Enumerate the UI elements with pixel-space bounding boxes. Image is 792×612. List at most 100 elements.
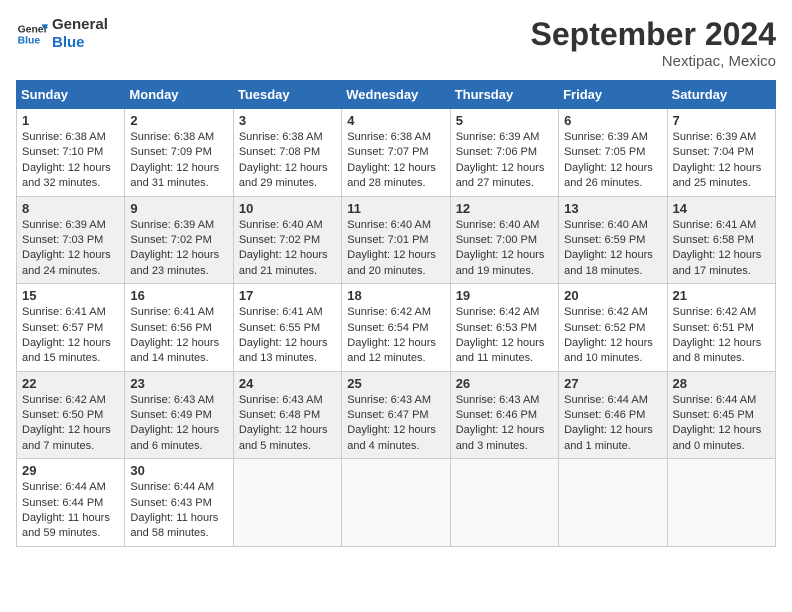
header-cell-monday: Monday (125, 81, 233, 109)
cell-info: Sunrise: 6:42 AMSunset: 6:51 PMDaylight:… (673, 305, 770, 367)
header-cell-tuesday: Tuesday (233, 81, 341, 109)
day-number: 25 (347, 376, 444, 391)
calendar-cell: 30 Sunrise: 6:44 AMSunset: 6:43 PMDayligh… (125, 459, 233, 547)
cell-info: Sunrise: 6:42 AMSunset: 6:52 PMDaylight:… (564, 305, 661, 367)
cell-info: Sunrise: 6:40 AMSunset: 7:01 PMDaylight:… (347, 218, 444, 280)
calendar-cell: 12 Sunrise: 6:40 AMSunset: 7:00 PMDayligh… (450, 196, 558, 284)
cell-info: Sunrise: 6:41 AMSunset: 6:58 PMDaylight:… (673, 218, 770, 280)
day-number: 15 (22, 288, 119, 303)
day-number: 4 (347, 113, 444, 128)
day-number: 24 (239, 376, 336, 391)
calendar-cell: 27Sunrise: 6:44 AMSunset: 6:46 PMDayligh… (559, 371, 667, 459)
calendar-cell: 18Sunrise: 6:42 AMSunset: 6:54 PMDayligh… (342, 284, 450, 372)
logo-blue: Blue (52, 34, 108, 52)
day-number: 8 (22, 201, 119, 216)
logo-general: General (52, 16, 108, 34)
calendar-cell: 5Sunrise: 6:39 AMSunset: 7:06 PMDaylight… (450, 109, 558, 197)
week-row-2: 8 Sunrise: 6:39 AMSunset: 7:03 PMDaylight… (17, 196, 776, 284)
header-cell-saturday: Saturday (667, 81, 775, 109)
logo-icon: General Blue (16, 18, 48, 50)
cell-info: Sunrise: 6:42 AMSunset: 6:54 PMDaylight:… (347, 305, 444, 367)
cell-info: Sunrise: 6:41 AMSunset: 6:57 PMDaylight:… (22, 305, 119, 367)
day-number: 26 (456, 376, 553, 391)
calendar-cell: 8 Sunrise: 6:39 AMSunset: 7:03 PMDaylight… (17, 196, 125, 284)
day-number: 19 (456, 288, 553, 303)
month-title: September 2024 (531, 16, 776, 53)
calendar-cell: 28 Sunrise: 6:44 AMSunset: 6:45 PMDayligh… (667, 371, 775, 459)
day-number: 3 (239, 113, 336, 128)
day-number: 10 (239, 201, 336, 216)
day-number: 30 (130, 463, 227, 478)
cell-info: Sunrise: 6:39 AMSunset: 7:04 PMDaylight:… (673, 130, 770, 192)
cell-info: Sunrise: 6:40 AMSunset: 7:02 PMDaylight:… (239, 218, 336, 280)
calendar-cell: 17Sunrise: 6:41 AMSunset: 6:55 PMDayligh… (233, 284, 341, 372)
day-number: 12 (456, 201, 553, 216)
day-number: 28 (673, 376, 770, 391)
week-row-3: 15 Sunrise: 6:41 AMSunset: 6:57 PMDayligh… (17, 284, 776, 372)
calendar-table: SundayMondayTuesdayWednesdayThursdayFrid… (16, 80, 776, 547)
calendar-cell: 10 Sunrise: 6:40 AMSunset: 7:02 PMDayligh… (233, 196, 341, 284)
calendar-cell: 22 Sunrise: 6:42 AMSunset: 6:50 PMDayligh… (17, 371, 125, 459)
calendar-cell: 20 Sunrise: 6:42 AMSunset: 6:52 PMDayligh… (559, 284, 667, 372)
calendar-cell: 3 Sunrise: 6:38 AMSunset: 7:08 PMDaylight… (233, 109, 341, 197)
cell-info: Sunrise: 6:43 AMSunset: 6:49 PMDaylight:… (130, 393, 227, 455)
day-number: 23 (130, 376, 227, 391)
week-row-4: 22 Sunrise: 6:42 AMSunset: 6:50 PMDayligh… (17, 371, 776, 459)
calendar-cell (233, 459, 341, 547)
calendar-cell: 19 Sunrise: 6:42 AMSunset: 6:53 PMDayligh… (450, 284, 558, 372)
calendar-cell: 23 Sunrise: 6:43 AMSunset: 6:49 PMDayligh… (125, 371, 233, 459)
cell-info: Sunrise: 6:40 AMSunset: 7:00 PMDaylight:… (456, 218, 553, 280)
cell-info: Sunrise: 6:44 AMSunset: 6:44 PMDaylight:… (22, 480, 119, 542)
day-number: 20 (564, 288, 661, 303)
day-number: 13 (564, 201, 661, 216)
week-row-5: 29 Sunrise: 6:44 AMSunset: 6:44 PMDayligh… (17, 459, 776, 547)
calendar-cell: 29 Sunrise: 6:44 AMSunset: 6:44 PMDayligh… (17, 459, 125, 547)
day-number: 29 (22, 463, 119, 478)
calendar-cell: 4 Sunrise: 6:38 AMSunset: 7:07 PMDaylight… (342, 109, 450, 197)
cell-info: Sunrise: 6:44 AMSunset: 6:46 PMDaylight:… (564, 393, 661, 455)
calendar-cell: 9Sunrise: 6:39 AMSunset: 7:02 PMDaylight… (125, 196, 233, 284)
day-number: 16 (130, 288, 227, 303)
cell-info: Sunrise: 6:44 AMSunset: 6:45 PMDaylight:… (673, 393, 770, 455)
header-cell-friday: Friday (559, 81, 667, 109)
day-number: 14 (673, 201, 770, 216)
calendar-cell: 13 Sunrise: 6:40 AMSunset: 6:59 PMDayligh… (559, 196, 667, 284)
cell-info: Sunrise: 6:38 AMSunset: 7:08 PMDaylight:… (239, 130, 336, 192)
calendar-cell (559, 459, 667, 547)
day-number: 1 (22, 113, 119, 128)
cell-info: Sunrise: 6:43 AMSunset: 6:46 PMDaylight:… (456, 393, 553, 455)
calendar-cell: 26 Sunrise: 6:43 AMSunset: 6:46 PMDayligh… (450, 371, 558, 459)
header-cell-wednesday: Wednesday (342, 81, 450, 109)
day-number: 7 (673, 113, 770, 128)
day-number: 6 (564, 113, 661, 128)
calendar-cell: 24 Sunrise: 6:43 AMSunset: 6:48 PMDayligh… (233, 371, 341, 459)
cell-info: Sunrise: 6:43 AMSunset: 6:48 PMDaylight:… (239, 393, 336, 455)
calendar-cell: 15 Sunrise: 6:41 AMSunset: 6:57 PMDayligh… (17, 284, 125, 372)
day-number: 22 (22, 376, 119, 391)
cell-info: Sunrise: 6:41 AMSunset: 6:56 PMDaylight:… (130, 305, 227, 367)
cell-info: Sunrise: 6:38 AMSunset: 7:07 PMDaylight:… (347, 130, 444, 192)
calendar-cell: 14 Sunrise: 6:41 AMSunset: 6:58 PMDayligh… (667, 196, 775, 284)
cell-info: Sunrise: 6:39 AMSunset: 7:02 PMDaylight:… (130, 218, 227, 280)
cell-info: Sunrise: 6:39 AMSunset: 7:03 PMDaylight:… (22, 218, 119, 280)
cell-info: Sunrise: 6:38 AMSunset: 7:10 PMDaylight:… (22, 130, 119, 192)
calendar-cell (667, 459, 775, 547)
calendar-cell: 2Sunrise: 6:38 AMSunset: 7:09 PMDaylight… (125, 109, 233, 197)
day-number: 17 (239, 288, 336, 303)
cell-info: Sunrise: 6:39 AMSunset: 7:05 PMDaylight:… (564, 130, 661, 192)
cell-info: Sunrise: 6:44 AMSunset: 6:43 PMDaylight:… (130, 480, 227, 542)
calendar-cell: 6 Sunrise: 6:39 AMSunset: 7:05 PMDaylight… (559, 109, 667, 197)
title-area: September 2024 Nextipac, Mexico (531, 16, 776, 70)
calendar-cell (342, 459, 450, 547)
logo: General Blue General Blue (16, 16, 108, 52)
header-row: SundayMondayTuesdayWednesdayThursdayFrid… (17, 81, 776, 109)
cell-info: Sunrise: 6:40 AMSunset: 6:59 PMDaylight:… (564, 218, 661, 280)
cell-info: Sunrise: 6:42 AMSunset: 6:50 PMDaylight:… (22, 393, 119, 455)
day-number: 5 (456, 113, 553, 128)
cell-info: Sunrise: 6:42 AMSunset: 6:53 PMDaylight:… (456, 305, 553, 367)
calendar-cell: 1 Sunrise: 6:38 AMSunset: 7:10 PMDaylight… (17, 109, 125, 197)
calendar-cell: 21Sunrise: 6:42 AMSunset: 6:51 PMDayligh… (667, 284, 775, 372)
calendar-cell: 16 Sunrise: 6:41 AMSunset: 6:56 PMDayligh… (125, 284, 233, 372)
header-cell-sunday: Sunday (17, 81, 125, 109)
svg-text:Blue: Blue (18, 36, 41, 47)
